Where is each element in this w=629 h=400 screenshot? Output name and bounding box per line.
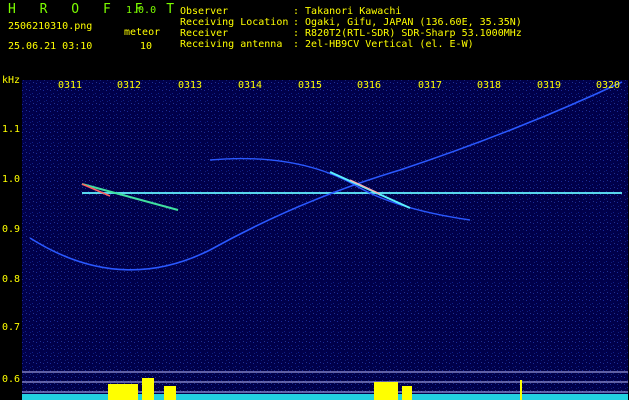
- spectrogram-background: [22, 80, 628, 400]
- meteor-burst-2: [142, 378, 154, 400]
- receiver-value: : R820T2(RTL-SDR) SDR-Sharp 53.1000MHz: [293, 28, 522, 39]
- observer-value: : Takanori Kawachi: [293, 6, 402, 17]
- spectrogram-canvas: [22, 80, 628, 400]
- y-tick-1-1: 1.1: [2, 124, 21, 135]
- meteor-burst-6: [520, 380, 522, 400]
- x-tick-0312: 0312: [117, 80, 142, 91]
- y-tick-0-7: 0.7: [2, 322, 21, 333]
- x-tick-0316: 0316: [357, 80, 382, 91]
- meteor-burst-1: [108, 384, 138, 400]
- meteor-burst-5: [402, 386, 412, 400]
- location-value: : Ogaki, Gifu, JAPAN (136.60E, 35.35N): [293, 17, 522, 28]
- x-tick-0314: 0314: [238, 80, 263, 91]
- meteor-count: 10: [140, 41, 153, 52]
- spectrogram-plot: kHz 1.1 1.0 0.9 0.8 0.7 0.6: [0, 60, 629, 400]
- antenna-label: Receiving antenna: [180, 39, 283, 50]
- meteor-burst-4: [374, 382, 398, 400]
- x-tick-0317: 0317: [418, 80, 443, 91]
- y-tick-0-8: 0.8: [2, 274, 21, 285]
- receiver-label: Receiver: [180, 28, 229, 39]
- observer-label: Observer: [180, 6, 229, 17]
- y-tick-1-0: 1.0: [2, 174, 21, 185]
- location-label: Receiving Location: [180, 17, 289, 28]
- y-tick-0-9: 0.9: [2, 224, 21, 235]
- x-tick-0319: 0319: [537, 80, 562, 91]
- meteor-burst-3: [164, 386, 176, 400]
- antenna-value: : 2el-HB9CV Vertical (el. E-W): [293, 39, 474, 50]
- x-tick-0313: 0313: [178, 80, 203, 91]
- y-axis-unit: kHz: [2, 75, 21, 86]
- x-tick-0311: 0311: [58, 80, 83, 91]
- x-tick-0318: 0318: [477, 80, 502, 91]
- y-tick-0-6: 0.6: [2, 374, 21, 385]
- timestamp: 25.06.21 03:10: [8, 41, 93, 52]
- file-name: 2506210310.png: [8, 21, 93, 32]
- meteor-label: meteor: [124, 27, 161, 38]
- app-version: 1.0.0: [126, 5, 157, 16]
- header-panel: H R O F F T 1.0.0 2506210310.png meteor …: [0, 0, 629, 60]
- x-tick-0315: 0315: [298, 80, 323, 91]
- x-tick-0320: 0320: [596, 80, 621, 91]
